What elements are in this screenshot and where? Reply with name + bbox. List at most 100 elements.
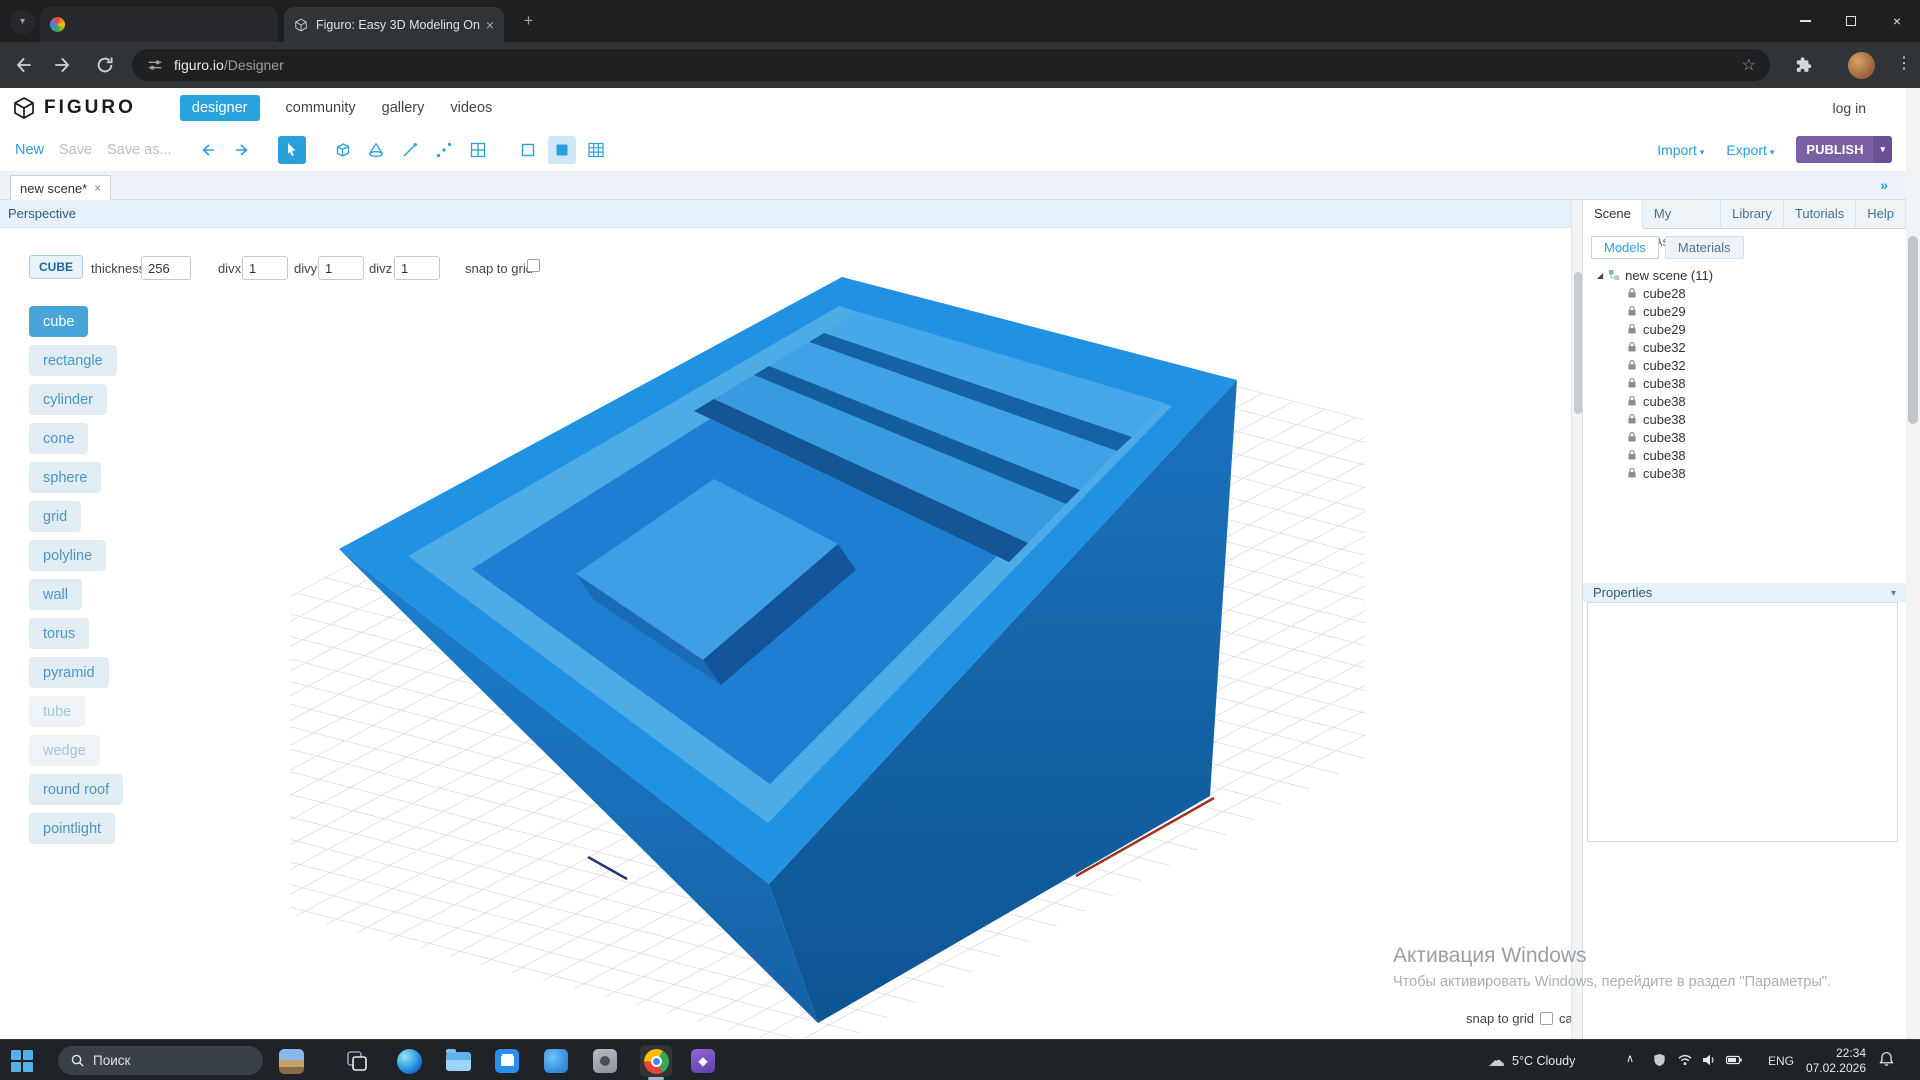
tab-tutorials[interactable]: Tutorials [1784, 200, 1856, 228]
app-gray-icon[interactable] [591, 1047, 619, 1075]
save-as-button[interactable]: Save as... [107, 142, 171, 158]
textured-view-icon[interactable] [582, 136, 610, 164]
shape-button-torus[interactable]: torus [29, 618, 89, 649]
file-explorer-icon[interactable] [444, 1047, 472, 1075]
divx-input[interactable] [242, 256, 288, 280]
back-button[interactable] [12, 54, 34, 76]
page-scrollbar-thumb[interactable] [1908, 236, 1918, 424]
extensions-icon[interactable] [1794, 55, 1816, 77]
widgets-button[interactable] [277, 1047, 305, 1075]
tree-item[interactable]: cube38 [1583, 464, 1906, 482]
cone-tool-icon[interactable] [362, 136, 390, 164]
bookmark-star-icon[interactable]: ☆ [1742, 55, 1756, 75]
volume-icon[interactable] [1701, 1052, 1717, 1068]
close-window-button[interactable]: × [1874, 0, 1920, 42]
shape-button-wedge[interactable]: wedge [29, 735, 100, 766]
snap-to-grid-checkbox[interactable] [527, 259, 540, 272]
viewport-mode-label[interactable]: Perspective [0, 200, 1571, 228]
start-button[interactable] [8, 1047, 36, 1075]
notification-bell-icon[interactable] [1878, 1050, 1895, 1068]
save-button[interactable]: Save [59, 142, 92, 158]
tree-item[interactable]: cube29 [1583, 320, 1906, 338]
divz-input[interactable] [394, 256, 440, 280]
profile-avatar[interactable] [1848, 52, 1875, 79]
page-scrollbar[interactable] [1906, 88, 1920, 1039]
shape-button-tube[interactable]: tube [29, 696, 85, 727]
cube-tool-icon[interactable] [328, 136, 356, 164]
tab-overflow-icon[interactable]: » [1880, 177, 1888, 193]
shape-button-cone[interactable]: cone [29, 423, 88, 454]
new-button[interactable]: New [15, 142, 44, 158]
shape-button-wall[interactable]: wall [29, 579, 82, 610]
line-tool-icon[interactable] [396, 136, 424, 164]
expander-icon[interactable]: ◢ [1597, 271, 1603, 280]
hidden-icons-chevron[interactable]: ∧ [1626, 1052, 1634, 1065]
shape-button-round-roof[interactable]: round roof [29, 774, 123, 805]
tree-item[interactable]: cube38 [1583, 428, 1906, 446]
divy-input[interactable] [318, 256, 364, 280]
browser-tab-1[interactable] [40, 7, 278, 42]
shape-button-cube[interactable]: cube [29, 306, 88, 337]
shape-button-rectangle[interactable]: rectangle [29, 345, 117, 376]
tree-item[interactable]: cube38 [1583, 410, 1906, 428]
edge-icon[interactable] [395, 1047, 423, 1075]
nav-community[interactable]: community [286, 100, 356, 116]
tab-my-assets[interactable]: My Assets [1643, 200, 1721, 228]
language-indicator[interactable]: ENG [1768, 1054, 1794, 1068]
grid-tool-icon[interactable] [464, 136, 492, 164]
thickness-input[interactable] [141, 256, 191, 280]
publish-caret-icon[interactable]: ▾ [1873, 136, 1892, 163]
nav-gallery[interactable]: gallery [382, 100, 425, 116]
wireframe-view-icon[interactable] [514, 136, 542, 164]
subtab-materials[interactable]: Materials [1665, 236, 1744, 259]
tree-root[interactable]: ◢ new scene (11) [1583, 266, 1906, 284]
select-tool-icon[interactable] [278, 136, 306, 164]
properties-collapse-icon[interactable]: ▾ [1891, 584, 1896, 603]
taskbar-weather[interactable]: ☁ 5°C Cloudy [1488, 1040, 1575, 1080]
task-view-button[interactable] [343, 1047, 371, 1075]
export-button[interactable]: Export▾ [1726, 142, 1774, 158]
solid-view-icon[interactable] [548, 136, 576, 164]
viewport-snap-checkbox[interactable] [1540, 1012, 1553, 1025]
subtab-models[interactable]: Models [1591, 236, 1659, 259]
reload-button[interactable] [94, 54, 116, 76]
app-purple-icon[interactable]: ◆ [689, 1047, 717, 1075]
minimize-button[interactable] [1782, 0, 1828, 42]
forward-button[interactable] [52, 54, 74, 76]
shield-icon[interactable] [1652, 1052, 1667, 1068]
maximize-button[interactable] [1828, 0, 1874, 42]
tree-item[interactable]: cube28 [1583, 284, 1906, 302]
shape-button-grid[interactable]: grid [29, 501, 81, 532]
tree-item[interactable]: cube29 [1583, 302, 1906, 320]
redo-icon[interactable] [228, 136, 256, 164]
shape-button-cylinder[interactable]: cylinder [29, 384, 107, 415]
url-omnibox[interactable]: figuro.io/Designer ☆ [132, 49, 1770, 81]
chrome-taskbar-icon[interactable] [640, 1045, 672, 1077]
properties-header[interactable]: Properties ▾ [1583, 583, 1906, 602]
nav-designer[interactable]: designer [180, 95, 260, 121]
tree-item[interactable]: cube32 [1583, 356, 1906, 374]
undo-icon[interactable] [194, 136, 222, 164]
tree-item[interactable]: cube38 [1583, 374, 1906, 392]
store-icon[interactable] [493, 1047, 521, 1075]
shape-button-polyline[interactable]: polyline [29, 540, 106, 571]
browser-tab-figuro[interactable]: Figuro: Easy 3D Modeling Onli × [284, 7, 504, 42]
publish-button[interactable]: PUBLISH ▾ [1796, 136, 1892, 163]
panel-scrollbar[interactable] [1571, 200, 1583, 1039]
nav-videos[interactable]: videos [450, 100, 492, 116]
tree-item[interactable]: cube32 [1583, 338, 1906, 356]
import-button[interactable]: Import▾ [1657, 142, 1704, 158]
shape-button-pointlight[interactable]: pointlight [29, 813, 115, 844]
tab-help[interactable]: Help [1856, 200, 1906, 228]
taskbar-search[interactable]: Поиск [58, 1046, 263, 1075]
tab-close-icon[interactable]: × [486, 18, 494, 32]
viewport-3d[interactable]: CUBE thickness divx divy divz snap to gr… [0, 228, 1571, 1039]
tree-item[interactable]: cube38 [1583, 446, 1906, 464]
polyline-tool-icon[interactable] [430, 136, 458, 164]
panel-scrollbar-thumb[interactable] [1574, 272, 1582, 414]
tab-scene[interactable]: Scene [1583, 200, 1643, 229]
scene-tab[interactable]: new scene* × [10, 175, 111, 200]
battery-icon[interactable] [1725, 1052, 1743, 1068]
shape-button-sphere[interactable]: sphere [29, 462, 101, 493]
scene-tab-close-icon[interactable]: × [94, 181, 101, 195]
